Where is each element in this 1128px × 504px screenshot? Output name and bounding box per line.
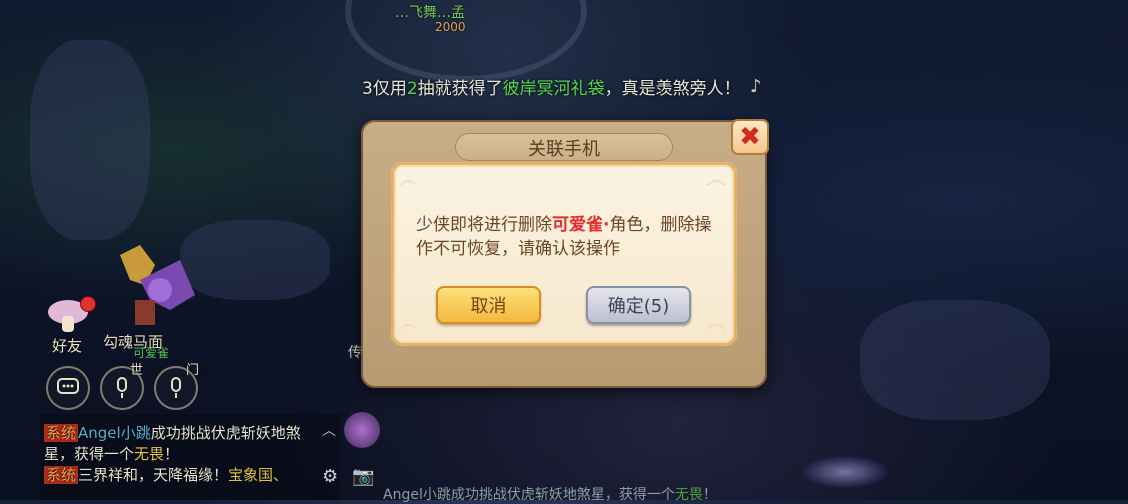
background-rock: [30, 40, 150, 240]
background-portal: [800, 455, 890, 489]
chat-line: 系统 三界祥和，天降福缘！宝象国、: [44, 466, 289, 484]
world-channel-label: 世: [130, 363, 144, 378]
bottom-announcement: Angel小跳成功挑战伏虎斩妖地煞星，获得一个无畏！: [383, 487, 717, 503]
swirl-ornament-icon: ෴: [398, 312, 419, 337]
cancel-button[interactable]: 取消: [436, 286, 541, 324]
close-icon[interactable]: ✖: [731, 119, 769, 155]
background-rock: [180, 220, 330, 300]
system-announcement: 3仅用2抽就获得了彼岸冥河礼袋，真是羡煞旁人！: [362, 79, 741, 99]
camera-icon[interactable]: 📷: [352, 466, 374, 487]
dialog-title: 关联手机: [528, 139, 600, 160]
background-rock: [860, 300, 1050, 420]
swirl-ornament-icon: ෴: [706, 168, 727, 193]
chat-line: 系统 Angel小跳成功挑战伏虎斩妖地煞: [44, 424, 301, 442]
swirl-ornament-icon: ෴: [398, 168, 419, 193]
friend-label[interactable]: 好友: [52, 335, 82, 356]
floating-pet-avatar[interactable]: [344, 412, 380, 448]
side-tab-label[interactable]: 传: [348, 342, 362, 362]
chat-bubble-icon[interactable]: [46, 366, 90, 410]
notification-dot: [80, 296, 96, 312]
gear-icon[interactable]: ⚙: [322, 466, 338, 487]
top-player-name: …飞舞…孟: [395, 5, 465, 21]
confirm-button[interactable]: 确定(5): [586, 286, 691, 324]
announcement-speaker-icon: ♪: [750, 76, 762, 97]
chevron-up-icon[interactable]: ︿: [322, 420, 336, 440]
chat-line: 星，获得一个无畏！: [44, 445, 180, 463]
dialog-message: 少侠即将进行删除可爱雀·角色，删除操作不可恢复，请确认该操作: [416, 215, 712, 259]
gate-channel-label: 门: [186, 363, 200, 378]
top-player-score: 2000: [435, 20, 466, 34]
swirl-ornament-icon: ෴: [706, 312, 727, 337]
npc-character-sprite[interactable]: [100, 240, 200, 330]
